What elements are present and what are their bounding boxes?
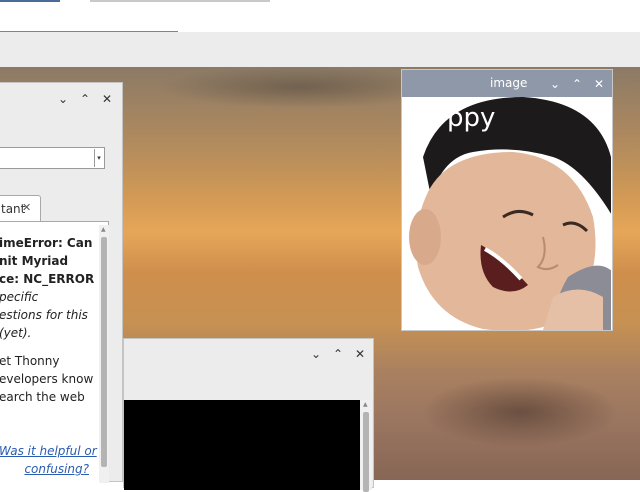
window-strip: [0, 32, 640, 67]
message-line: et Thonny: [0, 354, 60, 368]
tab-assistant[interactable]: tant ✕: [0, 195, 41, 221]
toolbar-fragment: [90, 0, 270, 2]
image-caption: ppy: [447, 103, 496, 133]
chevron-down-icon[interactable]: ▾: [94, 149, 103, 167]
close-icon[interactable]: ✕: [349, 340, 371, 368]
message-line: ce: NC_ERROR: [0, 272, 95, 286]
face-photo: [403, 97, 611, 330]
toolbar-fragment: [0, 0, 60, 2]
feedback-link[interactable]: confusing?: [0, 460, 89, 478]
message-line: (yet).: [0, 326, 32, 340]
scroll-up-icon[interactable]: ▲: [101, 226, 106, 233]
message-line: estions for this: [0, 308, 88, 322]
secondary-window: ⌄ ⌃ ✕ ▲: [123, 338, 374, 492]
scroll-up-icon[interactable]: ▲: [363, 401, 368, 408]
window-title: image: [490, 76, 528, 90]
maximize-icon[interactable]: ⌃: [74, 85, 96, 113]
scrollbar-thumb[interactable]: [363, 412, 369, 492]
image-window: image ⌄ ⌃ ✕ ppy: [401, 69, 613, 331]
scrollbar[interactable]: ▲: [99, 225, 109, 483]
maximize-icon[interactable]: ⌃: [566, 70, 588, 98]
message-line: earch the web: [0, 390, 85, 404]
minimize-icon[interactable]: ⌄: [305, 340, 327, 368]
minimize-icon[interactable]: ⌄: [52, 85, 74, 113]
scrollbar-thumb[interactable]: [101, 237, 107, 467]
canvas-area[interactable]: [124, 400, 360, 490]
tab-close-icon[interactable]: ✕: [22, 201, 31, 214]
toolbar-area: [0, 0, 640, 32]
maximize-icon[interactable]: ⌃: [327, 340, 349, 368]
minimize-icon[interactable]: ⌄: [544, 70, 566, 98]
message-line: imeError: Can: [0, 236, 93, 250]
scrollbar[interactable]: ▲: [360, 400, 372, 492]
close-icon[interactable]: ✕: [96, 85, 118, 113]
photo: ppy: [403, 97, 611, 330]
message-line: nit Myriad: [0, 254, 69, 268]
message-line: evelopers know: [0, 372, 94, 386]
dropdown-select[interactable]: ▾: [0, 147, 105, 169]
assistant-window: ⌄ ⌃ ✕ ▾ tant ✕ ▲ imeError: Can nit Myria…: [0, 82, 123, 483]
feedback-link[interactable]: Was it helpful or: [0, 442, 97, 460]
close-icon[interactable]: ✕: [588, 70, 610, 98]
message-line: pecific: [0, 290, 39, 304]
image-window-titlebar[interactable]: image ⌄ ⌃ ✕: [402, 70, 612, 97]
